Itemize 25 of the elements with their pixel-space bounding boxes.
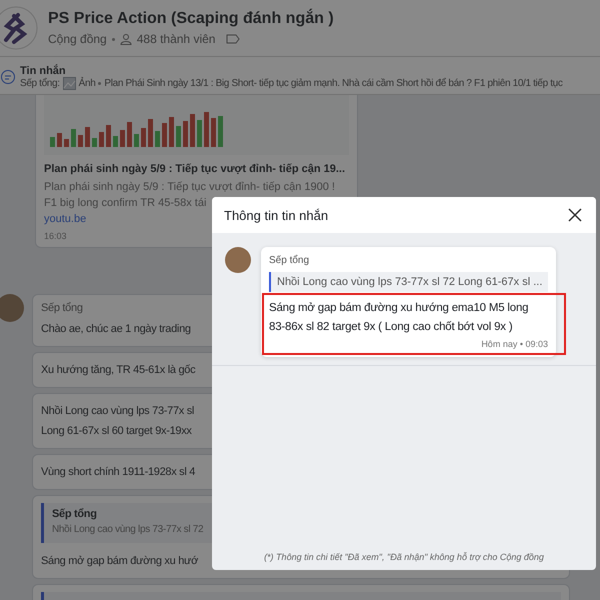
link-title: Plan phái sinh ngày 5/9 : Tiếp tục vượt đỉnh- tiếp cận 19... — [44, 163, 346, 175]
message-text: Sáng mở gap bám đường xu hướ — [41, 554, 198, 569]
pinned-label: Tin nhắn — [20, 65, 67, 77]
message-time: 16:03 — [44, 231, 68, 241]
group-type: Cộng đồng — [48, 32, 107, 46]
message-text: Xu hướng tăng, TR 45-61x là gốc — [41, 363, 196, 378]
quote-text: Nhồi Long cao vùng lps 73-77x sl 72 Long 61-67x sl ... — [277, 276, 542, 288]
quote-sender: Sếp tổng — [52, 508, 98, 520]
message-text: Long 61-67x sl 60 target 9x-19xx — [41, 424, 192, 439]
pinned-text: Plan Phái Sinh ngày 13/1 : Big Short- tiếp tục giảm mạnh. Nhà cái cầm Short hồi để bán ? F1 phiên 10/1 tiếp tục — [104, 78, 563, 89]
member-count: 488 thành viên — [136, 32, 216, 46]
message-text: Chào ae, chúc ae 1 ngày trading — [41, 322, 191, 337]
message-text: Vùng short chính 1911-1928x sl 4 — [41, 465, 196, 480]
dialog-title: Thông tin tin nhắn — [224, 208, 328, 222]
group-name: PS Price Action (Scaping đánh ngắn ) — [48, 10, 334, 28]
pinned-sender: Sếp tổng: — [20, 78, 60, 89]
message-text: Nhồi Long cao vùng lps 73-77x sl — [41, 404, 194, 419]
message-time: Hôm nay • 09:03 — [480, 339, 548, 349]
sender-name: Sếp tổng — [41, 302, 83, 314]
footnote: (*) Thông tin chi tiết "Đã xem", "Đã nhận" không hỗ trợ cho Cộng đồng — [263, 552, 545, 564]
sender-name: Sếp tổng — [269, 255, 310, 266]
link-description: Plan phái sinh ngày 5/9 : Tiếp tục vượt đỉnh- tiếp cận 1900 ! F1 big long confirm TR 45-58x tái — [44, 180, 335, 209]
pinned-kind: Ảnh — [78, 78, 96, 89]
quote-text: Nhồi Long cao vùng lps 73-77x sl 72 — [52, 524, 204, 535]
message-text: Sáng mở gap bám đường xu hướng ema10 M5 long 83-86x sl 82 target 9x ( Long cao chốt bớt vol 9x ) — [269, 301, 530, 335]
